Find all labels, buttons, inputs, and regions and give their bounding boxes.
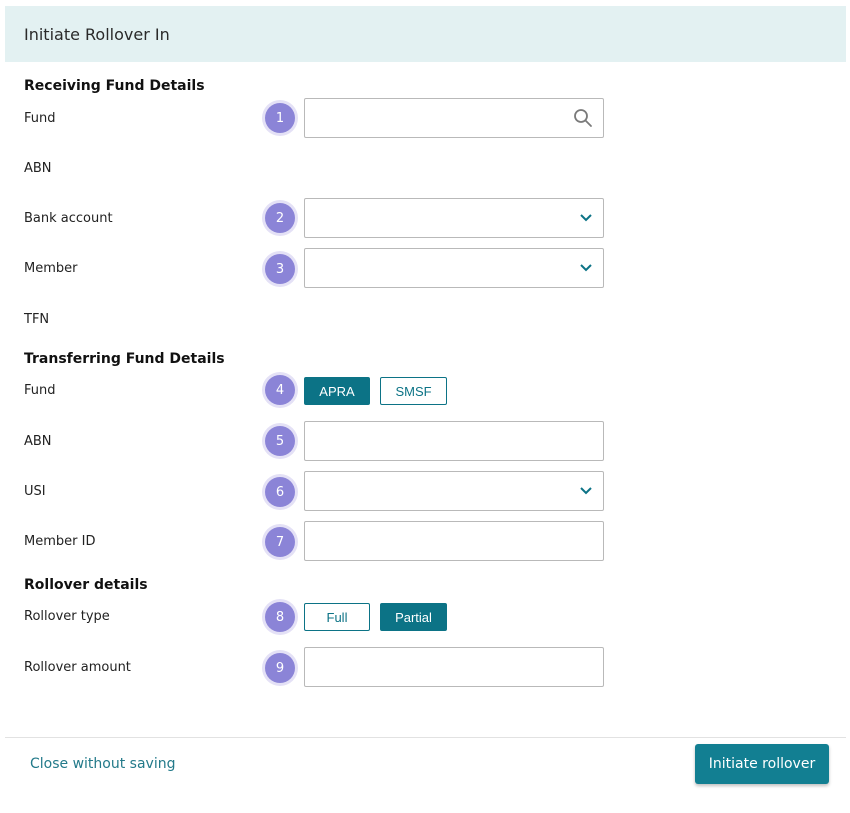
rollover-amount-label: Rollover amount: [24, 660, 131, 675]
search-icon[interactable]: [573, 108, 593, 128]
close-without-saving-link[interactable]: Close without saving: [30, 756, 175, 772]
chevron-down-icon[interactable]: [579, 213, 593, 223]
member-label: Member: [24, 261, 78, 276]
receiving-section-title: Receiving Fund Details: [24, 78, 205, 94]
step-badge-1: 1: [265, 103, 295, 133]
transferring-abn-field[interactable]: [304, 421, 604, 461]
receiving-fund-label: Fund: [24, 111, 56, 126]
rollover-type-full-button[interactable]: Full: [304, 603, 370, 631]
receiving-fund-search[interactable]: [304, 98, 604, 138]
initiate-rollover-button[interactable]: Initiate rollover: [695, 744, 829, 784]
step-badge-7: 7: [265, 527, 295, 557]
transferring-abn-input[interactable]: [305, 422, 603, 460]
member-id-field[interactable]: [304, 521, 604, 561]
fund-type-smsf-button[interactable]: SMSF: [380, 377, 447, 405]
rollover-type-partial-button[interactable]: Partial: [380, 603, 447, 631]
bank-account-select[interactable]: [304, 198, 604, 238]
usi-select[interactable]: [304, 471, 604, 511]
step-badge-8: 8: [265, 602, 295, 632]
transferring-fund-label: Fund: [24, 383, 56, 398]
transferring-abn-label: ABN: [24, 434, 52, 449]
tfn-label: TFN: [24, 312, 50, 327]
member-id-input[interactable]: [305, 522, 603, 560]
rollover-type-label: Rollover type: [24, 609, 110, 624]
dialog-header: Initiate Rollover In: [5, 6, 846, 62]
bank-account-label: Bank account: [24, 211, 113, 226]
receiving-abn-label: ABN: [24, 161, 52, 176]
footer-divider: [5, 737, 846, 738]
member-select[interactable]: [304, 248, 604, 288]
dialog-title: Initiate Rollover In: [24, 24, 170, 44]
chevron-down-icon[interactable]: [579, 486, 593, 496]
fund-type-apra-button[interactable]: APRA: [304, 377, 370, 405]
chevron-down-icon[interactable]: [579, 263, 593, 273]
step-badge-5: 5: [265, 426, 295, 456]
step-badge-9: 9: [265, 653, 295, 683]
receiving-fund-input[interactable]: [305, 99, 603, 137]
rollover-amount-field[interactable]: [304, 647, 604, 687]
member-id-label: Member ID: [24, 534, 96, 549]
usi-label: USI: [24, 484, 46, 499]
step-badge-3: 3: [265, 254, 295, 284]
step-badge-4: 4: [265, 375, 295, 405]
transferring-section-title: Transferring Fund Details: [24, 351, 225, 367]
step-badge-6: 6: [265, 477, 295, 507]
rollover-section-title: Rollover details: [24, 577, 148, 593]
rollover-amount-input[interactable]: [305, 648, 603, 686]
step-badge-2: 2: [265, 203, 295, 233]
